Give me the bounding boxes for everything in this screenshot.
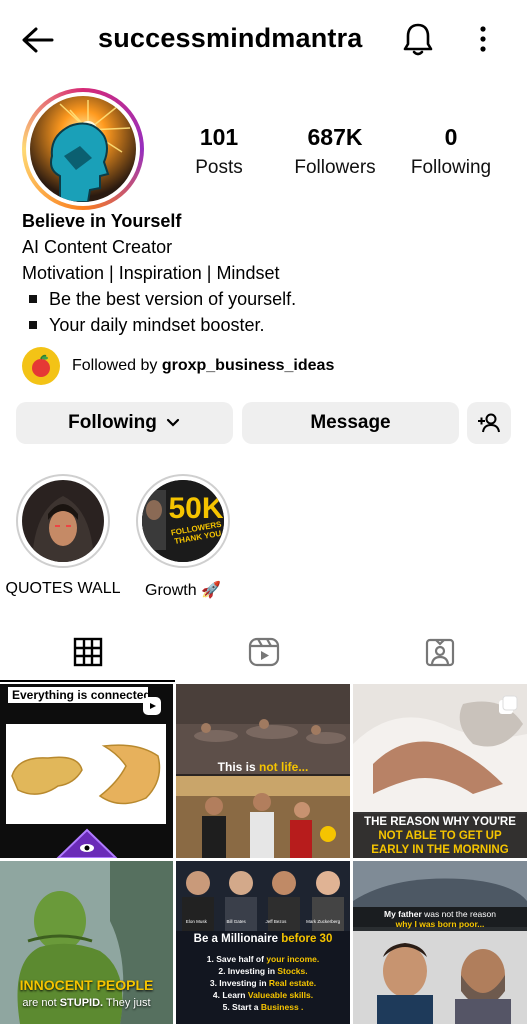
- tagged-icon: [425, 638, 454, 667]
- followers-count: 687K: [307, 124, 363, 150]
- more-vertical-icon[interactable]: [470, 24, 496, 54]
- chevron-down-icon: [166, 418, 179, 427]
- bell-icon[interactable]: [400, 20, 436, 58]
- bio-line: Motivation | Inspiration | Mindset: [22, 263, 280, 283]
- tab-tagged[interactable]: [352, 622, 527, 682]
- message-button[interactable]: Message: [242, 402, 459, 444]
- posts-count: 101: [199, 124, 239, 150]
- square-bullet-icon: [29, 295, 37, 303]
- profile-category: AI Content Creator: [22, 237, 173, 257]
- bio-bullet: Your daily mindset booster.: [22, 312, 512, 338]
- post-caption: THE REASON WHY YOU'RE NOT ABLE TO GET UP…: [364, 816, 516, 856]
- profile-avatar[interactable]: [22, 88, 144, 210]
- highlight-quotes-wall[interactable]: QUOTES WALL: [3, 474, 123, 598]
- posts-stat[interactable]: 101 Posts: [154, 124, 284, 179]
- following-button-label: Following: [68, 412, 157, 433]
- profile-username: successmindmantra: [98, 23, 363, 53]
- following-label: Following: [410, 157, 492, 178]
- following-button[interactable]: Following: [16, 402, 233, 444]
- post-caption: This is not life...: [217, 760, 309, 774]
- message-button-label: Message: [310, 412, 391, 433]
- followed-by-prefix: Followed by: [72, 357, 162, 374]
- grid-icon: [73, 637, 102, 667]
- post-caption: My father was not the reason why I was b…: [384, 909, 496, 929]
- following-stat[interactable]: 0 Following: [386, 124, 516, 179]
- post-tile[interactable]: THE REASON WHY YOU'RE NOT ABLE TO GET UP…: [353, 684, 527, 858]
- posts-label: Posts: [195, 157, 243, 178]
- post-tile[interactable]: Everything is connected: [0, 684, 173, 858]
- top-bar: successmindmantra: [0, 0, 527, 78]
- highlight-cover: [22, 480, 104, 562]
- post-caption: Everything is connected: [8, 687, 151, 703]
- profile-display-name: Believe in Yourself: [22, 211, 182, 231]
- post-caption: are not STUPID. They just: [22, 997, 151, 1009]
- post-caption-title: Be a Millionaire before 30: [193, 933, 333, 945]
- following-count: 0: [444, 124, 458, 150]
- followers-stat[interactable]: 687K Followers: [270, 124, 400, 179]
- post-tile[interactable]: INNOCENT PEOPLE are not STUPID. They jus…: [0, 861, 173, 1024]
- post-tile[interactable]: Elon Musk Bill Gates Jeff Bezos Mark Zucker…: [176, 861, 350, 1024]
- profile-bio: Believe in Yourself AI Content Creator M…: [22, 208, 512, 338]
- highlight-growth[interactable]: 50K FOLLOWERS THANK YOU Growth 🚀: [123, 474, 243, 600]
- add-person-button[interactable]: [467, 402, 511, 444]
- carousel-badge-icon: [499, 695, 518, 714]
- tab-reels[interactable]: [176, 622, 351, 682]
- post-caption-title: INNOCENT PEOPLE: [19, 977, 154, 993]
- reels-icon: [248, 637, 279, 667]
- tab-posts-grid[interactable]: [0, 622, 175, 682]
- profile-tabs: [0, 622, 527, 682]
- bio-bullet: Be the best version of yourself.: [22, 286, 512, 312]
- highlight-cover: 50K FOLLOWERS THANK YOU: [142, 480, 224, 562]
- followers-label: Followers: [294, 157, 376, 178]
- post-tile[interactable]: My father was not the reason why I was b…: [353, 861, 527, 1024]
- post-steps: 1. Save half of your income. 2. Investin…: [206, 954, 320, 1012]
- followed-by[interactable]: Followed by groxp_business_ideas: [22, 346, 334, 386]
- followed-by-account[interactable]: groxp_business_ideas: [162, 357, 335, 375]
- arrow-left-icon[interactable]: [18, 22, 58, 58]
- post-tile[interactable]: This is not life...: [176, 684, 350, 858]
- highlight-label: QUOTES WALL: [5, 580, 121, 597]
- follower-avatar: [22, 347, 60, 385]
- reel-badge-icon: [143, 697, 161, 715]
- square-bullet-icon: [29, 321, 37, 329]
- highlight-label: Growth 🚀: [145, 582, 221, 599]
- add-person-icon: [478, 413, 500, 433]
- post-face-labels: Elon Musk Bill Gates Jeff Bezos Mark Zucker…: [185, 919, 341, 924]
- posts-grid: Everything is connected This is not life…: [0, 684, 527, 1024]
